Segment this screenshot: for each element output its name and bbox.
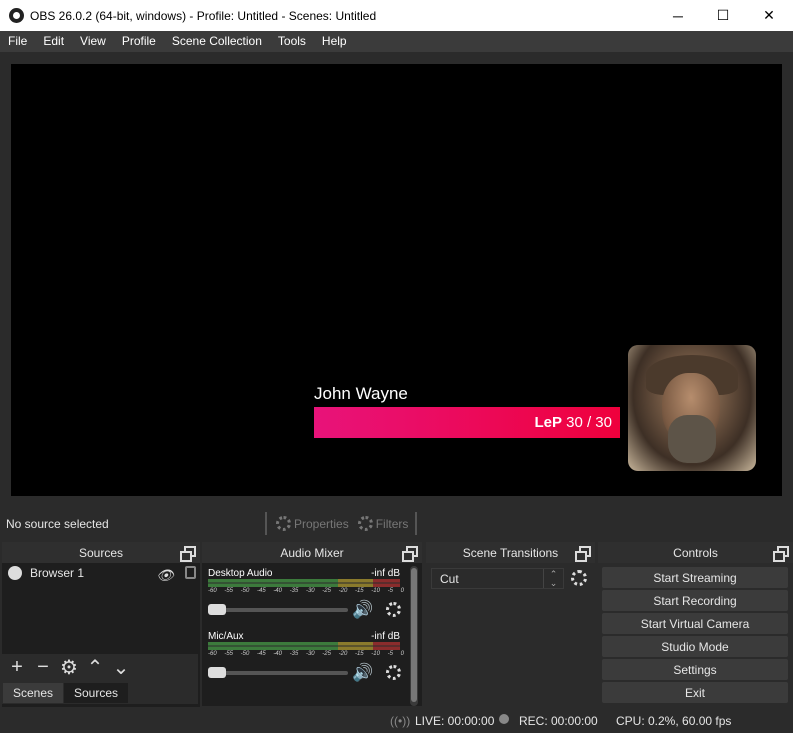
- move-down-icon[interactable]: ⌄: [110, 655, 132, 680]
- speaker-icon[interactable]: 🔊: [352, 663, 373, 683]
- volume-slider[interactable]: [208, 604, 348, 615]
- undock-icon[interactable]: [575, 546, 591, 562]
- menu-edit[interactable]: Edit: [35, 31, 72, 52]
- add-source-icon[interactable]: +: [6, 656, 28, 679]
- overlay-name: John Wayne: [314, 384, 408, 403]
- undock-icon[interactable]: [402, 546, 418, 562]
- transition-select[interactable]: Cut ⌃ ⌄: [431, 568, 564, 589]
- title-bar: OBS 26.0.2 (64-bit, windows) - Profile: …: [0, 0, 793, 31]
- volume-meter: [208, 642, 400, 650]
- menu-tools[interactable]: Tools: [270, 31, 314, 52]
- volume-slider[interactable]: [208, 667, 348, 678]
- volume-meter: [208, 579, 400, 587]
- character-portrait: [628, 345, 756, 471]
- health-label: LeP: [534, 414, 562, 431]
- scene-transitions-title: Scene Transitions: [426, 542, 595, 563]
- channel-db: -inf dB: [371, 568, 400, 579]
- record-indicator-icon: [499, 714, 509, 724]
- gear-icon[interactable]: [571, 570, 587, 586]
- scene-transitions-dock: Scene Transitions: [426, 542, 595, 706]
- undock-icon[interactable]: [180, 546, 196, 562]
- settings-button[interactable]: Settings: [602, 659, 788, 680]
- audio-mixer-title: Audio Mixer: [202, 542, 422, 563]
- no-source-label: No source selected: [6, 517, 109, 531]
- menu-view[interactable]: View: [72, 31, 114, 52]
- broadcast-icon: ((•)): [390, 714, 411, 728]
- controls-title: Controls: [598, 542, 793, 563]
- start-recording-button[interactable]: Start Recording: [602, 590, 788, 611]
- sources-title: Sources: [2, 542, 200, 563]
- audio-mixer-dock: Audio Mixer Desktop Audio -inf dB -60 -55…: [202, 542, 422, 706]
- live-timer: LIVE: 00:00:00: [415, 714, 495, 728]
- slider-handle[interactable]: [208, 604, 226, 615]
- obs-logo-icon: [9, 8, 24, 23]
- close-button[interactable]: ✕: [746, 0, 792, 31]
- source-settings-icon[interactable]: ⚙: [58, 655, 80, 680]
- gear-icon[interactable]: [386, 602, 401, 617]
- speaker-icon[interactable]: 🔊: [352, 600, 373, 620]
- start-virtual-camera-button[interactable]: Start Virtual Camera: [602, 613, 788, 634]
- slider-handle[interactable]: [208, 667, 226, 678]
- undock-icon[interactable]: [773, 546, 789, 562]
- maximize-button[interactable]: ☐: [700, 0, 746, 31]
- tab-sources[interactable]: Sources: [64, 683, 129, 703]
- mixer-scrollbar[interactable]: [410, 566, 418, 706]
- meter-ticks: -60 -55 -50 -45 -40 -35 -30 -25 -20 -15 -10 -5 0: [208, 588, 404, 594]
- chevron-updown-icon[interactable]: ⌃ ⌄: [543, 569, 563, 588]
- filter-icon: [357, 516, 373, 531]
- minimize-button[interactable]: ─: [655, 0, 701, 31]
- properties-button[interactable]: Properties: [276, 516, 349, 531]
- menu-profile[interactable]: Profile: [114, 31, 164, 52]
- filters-button[interactable]: Filters: [357, 516, 408, 531]
- move-up-icon[interactable]: ⌃: [84, 655, 106, 680]
- gear-icon: [276, 516, 291, 531]
- menu-scene-collection[interactable]: Scene Collection: [164, 31, 270, 52]
- channel-db: -inf dB: [371, 631, 400, 642]
- source-name: Browser 1: [30, 566, 85, 580]
- channel-name: Mic/Aux: [208, 631, 244, 642]
- meter-ticks: -60 -55 -50 -45 -40 -35 -30 -25 -20 -15 -10 -5 0: [208, 651, 404, 657]
- gear-icon[interactable]: [386, 665, 401, 680]
- preview-canvas[interactable]: John Wayne LeP 30 / 30: [11, 64, 782, 496]
- source-status-bar: No source selected Properties Filters: [0, 511, 793, 537]
- studio-mode-button[interactable]: Studio Mode: [602, 636, 788, 657]
- menu-help[interactable]: Help: [314, 31, 355, 52]
- menu-file[interactable]: File: [0, 31, 35, 52]
- health-value: 30 / 30: [566, 414, 612, 431]
- lock-icon[interactable]: [185, 566, 196, 579]
- exit-button[interactable]: Exit: [602, 682, 788, 703]
- remove-source-icon[interactable]: −: [32, 656, 54, 679]
- sources-toolbar: + − ⚙ ⌃ ⌄: [0, 654, 198, 680]
- dock-tabs: Scenes Sources: [0, 680, 198, 704]
- start-streaming-button[interactable]: Start Streaming: [602, 567, 788, 588]
- health-bar: LeP 30 / 30: [314, 407, 620, 438]
- globe-icon: [8, 566, 22, 580]
- channel-name: Desktop Audio: [208, 568, 273, 579]
- cpu-fps: CPU: 0.2%, 60.00 fps: [616, 714, 732, 728]
- rec-timer: REC: 00:00:00: [519, 714, 598, 728]
- window-title: OBS 26.0.2 (64-bit, windows) - Profile: …: [30, 9, 377, 23]
- tab-scenes[interactable]: Scenes: [3, 683, 64, 703]
- source-item-browser[interactable]: Browser 1 👁: [2, 563, 200, 583]
- eye-icon[interactable]: 👁: [156, 567, 174, 584]
- status-bar: ((•)) LIVE: 00:00:00 REC: 00:00:00 CPU: …: [0, 708, 793, 733]
- source-toolbar: Properties Filters: [265, 512, 417, 535]
- menu-bar: File Edit View Profile Scene Collection …: [0, 31, 793, 52]
